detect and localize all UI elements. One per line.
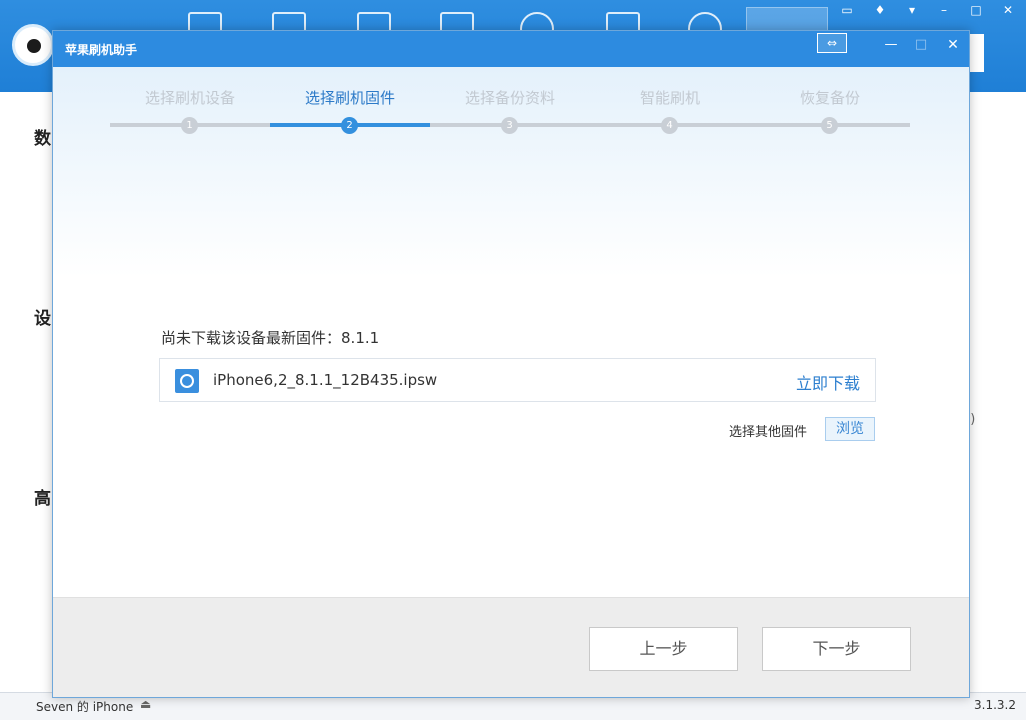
next-step-button[interactable]: 下一步 bbox=[762, 627, 911, 671]
close-icon[interactable]: ✕ bbox=[999, 2, 1017, 18]
section-heading-settings: 设 bbox=[34, 309, 51, 329]
dialog-body: 选择刷机设备 1 选择刷机固件 2 选择备份资料 3 智能刷机 4 恢复备份 5… bbox=[53, 67, 969, 597]
expand-icon[interactable]: ⇔ bbox=[817, 33, 847, 53]
section-heading-advanced: 高 bbox=[34, 489, 51, 509]
step-label: 选择备份资料 bbox=[464, 89, 555, 107]
step-progress: 选择刷机设备 1 选择刷机固件 2 选择备份资料 3 智能刷机 4 恢复备份 5 bbox=[110, 67, 910, 137]
app-logo bbox=[12, 24, 54, 66]
flash-dialog: 苹果刷机助手 ⇔ — □ ✕ 选择刷机设备 1 选择刷机固件 2 选择备份资料 … bbox=[52, 30, 970, 698]
step-number: 3 bbox=[501, 117, 518, 134]
previous-step-button[interactable]: 上一步 bbox=[589, 627, 738, 671]
step-restore-backup: 恢复备份 5 bbox=[750, 67, 910, 137]
step-label: 选择刷机设备 bbox=[144, 89, 235, 107]
step-select-device: 选择刷机设备 1 bbox=[110, 67, 270, 137]
minimize-button[interactable]: — bbox=[883, 34, 899, 56]
minimize-icon[interactable]: – bbox=[935, 2, 953, 18]
dialog-footer: 上一步 下一步 bbox=[53, 597, 969, 697]
dialog-title: 苹果刷机助手 bbox=[65, 43, 138, 57]
browse-button[interactable]: 浏览 bbox=[825, 417, 875, 441]
firmware-prompt: 尚未下载该设备最新固件：8.1.1 bbox=[161, 329, 380, 347]
firmware-row: iPhone6,2_8.1.1_12B435.ipsw 立即下载 bbox=[159, 358, 876, 402]
menu-icon[interactable]: ▾ bbox=[903, 2, 921, 18]
download-now-link[interactable]: 立即下载 bbox=[796, 370, 860, 394]
step-number: 5 bbox=[821, 117, 838, 134]
close-button[interactable]: ✕ bbox=[945, 34, 961, 56]
step-select-firmware: 选择刷机固件 2 bbox=[270, 67, 430, 137]
step-label: 智能刷机 bbox=[639, 89, 700, 107]
maximize-button: □ bbox=[914, 37, 928, 52]
other-firmware-label: 选择其他固件 bbox=[729, 425, 808, 440]
eject-icon[interactable]: ⏏ bbox=[140, 697, 151, 711]
device-name[interactable]: Seven 的 iPhone bbox=[36, 698, 133, 715]
firmware-filename: iPhone6,2_8.1.1_12B435.ipsw bbox=[213, 371, 438, 389]
step-number: 4 bbox=[661, 117, 678, 134]
skin-icon[interactable]: ♦ bbox=[871, 2, 889, 18]
step-number: 1 bbox=[181, 117, 198, 134]
maximize-icon[interactable]: □ bbox=[967, 2, 985, 18]
step-smart-flash: 智能刷机 4 bbox=[590, 67, 750, 137]
step-number: 2 bbox=[341, 117, 358, 134]
app-version: 3.1.3.2 bbox=[974, 698, 1016, 712]
step-label: 选择刷机固件 bbox=[304, 89, 395, 107]
step-label: 恢复备份 bbox=[799, 89, 860, 107]
step-select-backup: 选择备份资料 3 bbox=[430, 67, 590, 137]
message-icon[interactable]: ▭ bbox=[838, 2, 856, 18]
firmware-icon bbox=[175, 369, 199, 393]
section-heading-data: 数 bbox=[34, 129, 51, 149]
dialog-title-bar[interactable]: 苹果刷机助手 ⇔ — □ ✕ bbox=[53, 31, 969, 67]
